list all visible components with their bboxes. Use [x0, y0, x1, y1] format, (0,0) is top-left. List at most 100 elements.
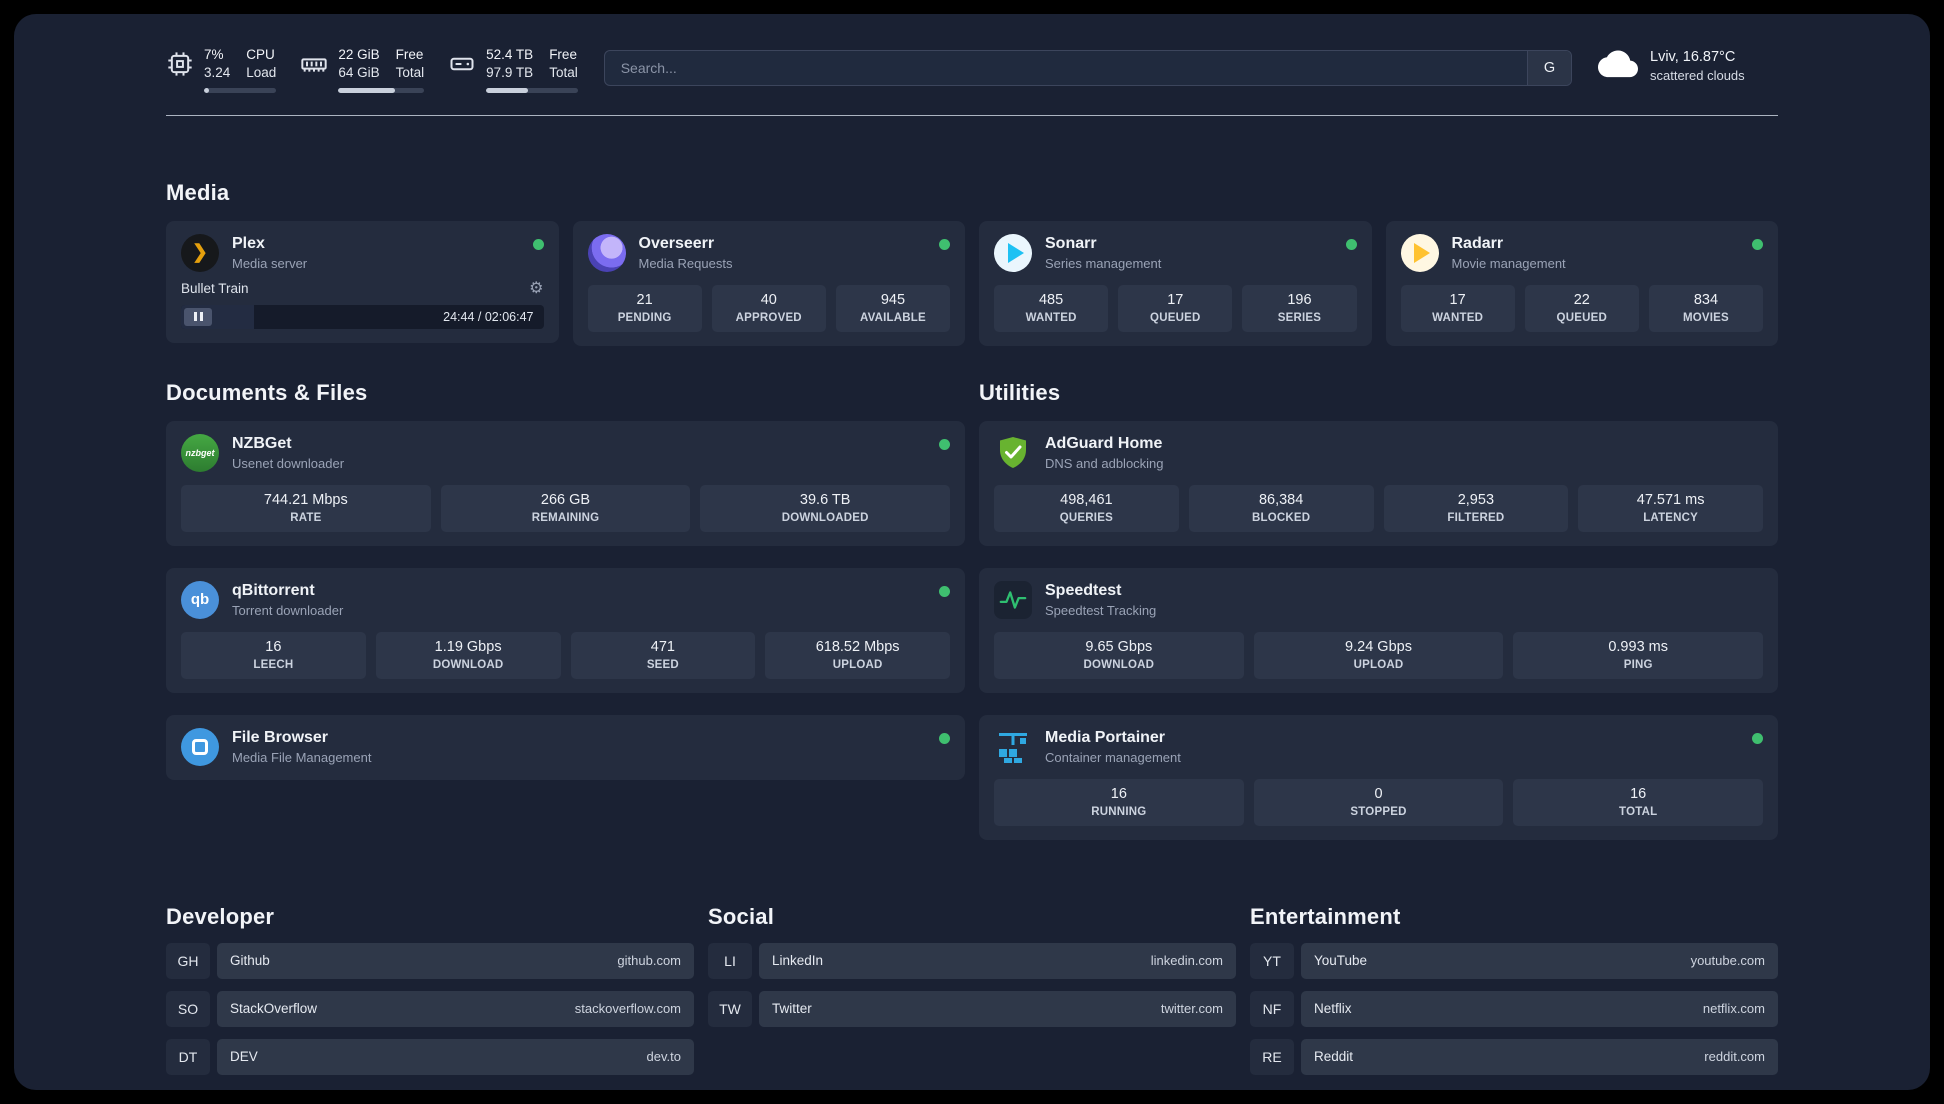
bookmark-abbr: GH [166, 942, 210, 979]
bookmark-name: Github [230, 953, 270, 969]
qbittorrent-icon: qb [181, 580, 219, 619]
gear-icon[interactable]: ⚙ [529, 280, 543, 297]
app-card-speedtest[interactable]: Speedtest Speedtest Tracking 9.65 Gbps D… [979, 567, 1778, 693]
bookmark-abbr: DT [166, 1038, 210, 1075]
bookmark-url: dev.to [646, 1049, 681, 1065]
portainer-icon [994, 728, 1032, 766]
app-card-filebrowser[interactable]: File Browser Media File Management [166, 714, 965, 780]
cpu-progress-bar [204, 87, 277, 93]
pause-button[interactable] [184, 307, 212, 326]
sonarr-icon [994, 233, 1032, 272]
bookmark-twitter[interactable]: TW Twitter twitter.com [708, 990, 1236, 1027]
app-card-plex[interactable]: ❯ Plex Media server Bullet Train ⚙ 24:44… [166, 220, 559, 343]
app-name: AdGuard Home [1045, 434, 1163, 452]
ram-monitor: 22 GiB 64 GiB Free Total [300, 47, 425, 93]
bookmark-netflix[interactable]: NF Netflix netflix.com [1250, 990, 1778, 1027]
filebrowser-icon [181, 727, 219, 766]
cpu-labels: CPU Load [246, 47, 277, 80]
stat-tile: 471 SEED [570, 631, 756, 679]
bookmark-youtube[interactable]: YT YouTube youtube.com [1250, 942, 1778, 979]
app-name: File Browser [232, 728, 329, 746]
playback-seek-bar[interactable]: 24:44 / 02:06:47 [181, 304, 544, 329]
stat-tile: 22 QUEUED [1524, 284, 1639, 332]
status-dot [939, 732, 950, 744]
app-card-adguard[interactable]: AdGuard Home DNS and adblocking 498,461 … [979, 420, 1778, 546]
bookmark-url: github.com [617, 953, 681, 969]
disk-monitor: 52.4 TB 97.9 TB Free Total [448, 47, 578, 93]
stat-tile: 0 STOPPED [1253, 778, 1504, 826]
section-entertainment: Entertainment YT YouTube youtube.com NF … [1250, 904, 1778, 1075]
bookmark-dev[interactable]: DT DEV dev.to [166, 1038, 694, 1075]
bookmark-abbr: SO [166, 990, 210, 1027]
bookmark-name: LinkedIn [772, 953, 824, 969]
search-input[interactable] [604, 51, 1527, 85]
app-name: Overseerr [638, 234, 715, 252]
bookmark-name: YouTube [1314, 953, 1368, 969]
section-social: Social LI LinkedIn linkedin.com TW Twitt… [708, 904, 1236, 1027]
app-subtitle: Usenet downloader [232, 455, 345, 471]
bookmark-pill: Reddit reddit.com [1301, 1038, 1778, 1075]
bookmark-pill: Github github.com [217, 942, 694, 979]
bookmark-pill: DEV dev.to [217, 1038, 694, 1075]
disk-progress-bar [486, 87, 578, 93]
app-name: Plex [232, 234, 265, 252]
bookmark-abbr: RE [1250, 1038, 1294, 1075]
app-name: Media Portainer [1045, 728, 1166, 746]
dashboard: 7% 3.24 CPU Load 22 GiB 64 GiB Free Tota… [14, 14, 1930, 1090]
app-subtitle: Container management [1045, 749, 1181, 765]
speedtest-icon [994, 580, 1032, 619]
status-dot [1752, 732, 1763, 744]
section-title-entertainment: Entertainment [1250, 903, 1401, 929]
stat-tile: 2,953 FILTERED [1383, 484, 1569, 532]
cpu-icon [166, 50, 194, 78]
radarr-icon [1400, 233, 1439, 272]
app-subtitle: Media Requests [638, 255, 733, 271]
search-engine-button[interactable]: G [1527, 51, 1571, 85]
cpu-monitor: 7% 3.24 CPU Load [166, 47, 277, 93]
app-subtitle: Media server [232, 255, 308, 271]
weather-condition: scattered clouds [1650, 67, 1745, 83]
bookmark-url: netflix.com [1702, 1001, 1765, 1017]
section-documents: Documents & Files nzbget NZBGet Usenet d… [166, 380, 965, 780]
nzbget-icon: nzbget [181, 433, 219, 472]
app-card-nzbget[interactable]: nzbget NZBGet Usenet downloader 744.21 M… [166, 420, 965, 546]
bookmark-reddit[interactable]: RE Reddit reddit.com [1250, 1038, 1778, 1075]
app-card-sonarr[interactable]: Sonarr Series management 485 WANTED 17 Q… [979, 220, 1372, 346]
bookmark-url: reddit.com [1704, 1049, 1765, 1065]
app-card-portainer[interactable]: Media Portainer Container management 16 … [979, 714, 1778, 840]
stat-tile: 9.24 Gbps UPLOAD [1253, 631, 1504, 679]
app-card-qbittorrent[interactable]: qb qBittorrent Torrent downloader 16 LEE… [166, 567, 965, 693]
status-dot [532, 238, 544, 250]
app-name: Radarr [1451, 234, 1504, 252]
stat-tile: 16 RUNNING [994, 778, 1244, 826]
bookmark-github[interactable]: GH Github github.com [166, 942, 694, 979]
stat-tile: 196 SERIES [1242, 284, 1357, 332]
stat-tile: 17 QUEUED [1118, 284, 1233, 332]
topbar: 7% 3.24 CPU Load 22 GiB 64 GiB Free Tota… [166, 47, 1778, 93]
status-dot [939, 438, 950, 450]
section-developer: Developer GH Github github.com SO StackO… [166, 904, 694, 1075]
stat-tile: 0.993 ms PING [1513, 631, 1764, 679]
bookmark-pill: YouTube youtube.com [1301, 942, 1778, 979]
app-card-radarr[interactable]: Radarr Movie management 17 WANTED 22 QUE… [1385, 220, 1778, 346]
stat-tile: 21 PENDING [587, 284, 702, 332]
ram-icon [300, 50, 328, 78]
app-name: Sonarr [1045, 234, 1097, 252]
bookmark-abbr: NF [1250, 990, 1294, 1027]
bookmark-stackoverflow[interactable]: SO StackOverflow stackoverflow.com [166, 990, 694, 1027]
ram-values: 22 GiB 64 GiB [338, 47, 380, 80]
app-card-overseerr[interactable]: Overseerr Media Requests 21 PENDING 40 A… [572, 220, 965, 346]
app-subtitle: Torrent downloader [232, 602, 344, 618]
bookmark-url: linkedin.com [1150, 953, 1223, 969]
section-title-developer: Developer [166, 903, 275, 929]
stat-tile: 834 MOVIES [1648, 284, 1764, 332]
status-dot [1345, 238, 1357, 250]
section-title-documents: Documents & Files [166, 379, 368, 405]
bookmark-pill: Twitter twitter.com [759, 990, 1236, 1027]
app-subtitle: Movie management [1451, 255, 1566, 271]
weather-widget: Lviv, 16.87°C scattered clouds [1598, 48, 1778, 83]
bookmark-pill: StackOverflow stackoverflow.com [217, 990, 694, 1027]
disk-values: 52.4 TB 97.9 TB [486, 47, 534, 80]
stat-tile: 945 AVAILABLE [835, 284, 951, 332]
bookmark-linkedin[interactable]: LI LinkedIn linkedin.com [708, 942, 1236, 979]
